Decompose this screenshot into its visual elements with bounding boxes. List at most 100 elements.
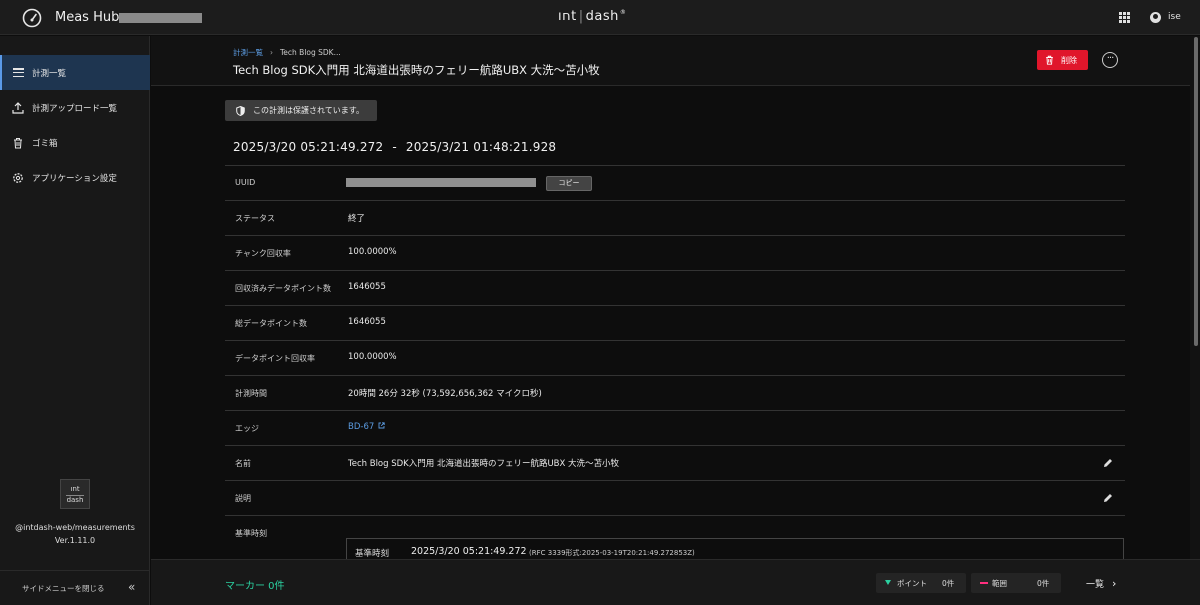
trash-icon [12, 137, 24, 149]
edit-description-pencil-icon[interactable] [1102, 492, 1114, 504]
row-value: 終了 [348, 214, 366, 224]
upload-icon [12, 101, 24, 114]
row-duration: 計測時間 20時間 26分 32秒 (73,592,656,362 マイクロ秒) [225, 375, 1125, 410]
base-time-value: 2025/3/20 05:21:49.272 [411, 546, 527, 557]
breadcrumb: 計測一覧 › Tech Blog SDK... [233, 47, 341, 58]
row-key: 基準時刻 [235, 529, 267, 538]
sidebar-item-label: 計測一覧 [32, 68, 67, 79]
more-options-button[interactable]: ··· [1102, 52, 1118, 68]
delete-button[interactable]: 削除 [1037, 50, 1088, 70]
hamburger-icon [12, 67, 24, 79]
side-logo-top: ıחt [70, 485, 80, 493]
external-link-icon [378, 422, 385, 429]
intdash-logo: ıחt | dash® [558, 9, 627, 24]
marker-list-button[interactable]: 一覧 › [1086, 577, 1116, 590]
range-count: 0件 [1037, 579, 1050, 588]
shield-icon [236, 105, 245, 116]
measurement-period: 2025/3/20 05:21:49.272-2025/3/21 01:48:2… [233, 140, 556, 154]
copy-uuid-button[interactable]: コピー [546, 176, 592, 191]
sidebar-item-measurements[interactable]: 計測一覧 [0, 55, 150, 90]
period-separator: - [392, 140, 397, 154]
base-time-box: 基準時刻 2025/3/20 05:21:49.272 (RFC 3339形式:… [346, 538, 1124, 559]
delete-label: 削除 [1061, 55, 1077, 65]
sidebar-item-settings[interactable]: アプリケーション設定 [0, 160, 150, 195]
marker-count: マーカー 0件 [225, 581, 285, 592]
row-value: Tech Blog SDK入門用 北海道出張時のフェリー航路UBX 大洗〜苫小牧 [348, 459, 620, 469]
redacted-project-name [119, 13, 202, 23]
bottom-bar: マーカー 0件 ポイント 0件 範囲 0件 一覧 › [151, 559, 1200, 605]
row-key: 計測時間 [235, 389, 267, 398]
row-status: ステータス 終了 [225, 200, 1125, 235]
edge-link[interactable]: BD-67 [348, 422, 385, 432]
sidebar-item-label: アプリケーション設定 [32, 173, 117, 184]
redacted-uuid [346, 178, 536, 187]
measurement-detail: この計測は保護されています。 2025/3/20 05:21:49.272-20… [151, 87, 1190, 559]
row-key: 説明 [235, 494, 251, 503]
row-key: チャンク回収率 [235, 249, 291, 258]
base-time-label: 基準時刻 [355, 549, 390, 559]
row-key: データポイント回収率 [235, 354, 315, 363]
row-value: 20時間 26分 32秒 (73,592,656,362 マイクロ秒) [348, 389, 542, 399]
chevron-right-icon: › [1112, 577, 1117, 590]
double-chevron-left-icon: « [128, 580, 136, 594]
sidebar-item-uploads[interactable]: 計測アップロード一覧 [0, 90, 150, 125]
sidebar: 計測一覧 計測アップロード一覧 ゴミ箱 アプリケーション設定 ıחt dash … [0, 36, 150, 605]
period-end: 2025/3/21 01:48:21.928 [405, 140, 557, 154]
row-value: 100.0000% [348, 352, 397, 362]
range-label: 範囲 [992, 579, 1007, 588]
package-name: @intdash-web/measurements [15, 523, 135, 532]
breadcrumb-root-link[interactable]: 計測一覧 [233, 48, 263, 57]
row-value: 100.0000% [348, 247, 397, 257]
row-uuid: UUID コピー [225, 165, 1125, 200]
point-triangle-icon [885, 580, 891, 585]
page-header: 計測一覧 › Tech Blog SDK... Tech Blog SDK入門用 北… [151, 36, 1190, 86]
row-collected-points: 回収済みデータポイント数 1646055 [225, 270, 1125, 305]
row-key: ステータス [235, 214, 275, 223]
row-name: 名前 Tech Blog SDK入門用 北海道出張時のフェリー航路UBX 大洗〜… [225, 445, 1125, 480]
sidebar-item-label: ゴミ箱 [32, 138, 58, 149]
version-text: Ver.1.11.0 [54, 536, 96, 545]
breadcrumb-current: Tech Blog SDK... [280, 48, 341, 57]
base-time-rfc: (RFC 3339形式:2025-03-19T20:21:49.272853Z) [529, 549, 695, 557]
protected-notice: この計測は保護されています。 [225, 100, 377, 121]
edit-name-pencil-icon[interactable] [1102, 457, 1114, 469]
protected-notice-text: この計測は保護されています。 [253, 106, 364, 115]
point-count: 0件 [942, 579, 955, 588]
top-bar: Meas Hub ıחt | dash® ise [0, 0, 1200, 35]
app-grid-icon[interactable] [1119, 12, 1130, 23]
point-label: ポイント [897, 579, 927, 588]
row-total-points: 総データポイント数 1646055 [225, 305, 1125, 340]
gear-icon [12, 172, 24, 184]
row-key: 回収済みデータポイント数 [235, 284, 331, 293]
trash-icon [1046, 55, 1053, 65]
close-sidebar-button[interactable]: サイドメニューを閉じる « [0, 570, 150, 605]
list-label: 一覧 [1086, 580, 1105, 590]
row-value: 1646055 [348, 317, 386, 327]
point-filter-chip[interactable]: ポイント 0件 [876, 573, 966, 593]
user-name[interactable]: ise [1168, 12, 1181, 22]
gauge-icon[interactable] [22, 8, 42, 28]
range-filter-chip[interactable]: 範囲 0件 [971, 573, 1061, 593]
side-logo-bottom: dash [66, 495, 84, 504]
sidebar-item-trash[interactable]: ゴミ箱 [0, 125, 150, 160]
row-edge: エッジ BD-67 [225, 410, 1125, 445]
sidebar-item-label: 計測アップロード一覧 [32, 103, 118, 114]
row-key: エッジ [235, 424, 259, 433]
user-icon[interactable] [1150, 12, 1161, 23]
row-point-rate: データポイント回収率 100.0000% [225, 340, 1125, 375]
edge-link-text: BD-67 [348, 422, 375, 432]
row-chunk-rate: チャンク回収率 100.0000% [225, 235, 1125, 270]
scrollbar-thumb[interactable] [1194, 37, 1198, 346]
row-key: 総データポイント数 [235, 319, 307, 328]
row-description: 説明 [225, 480, 1125, 515]
breadcrumb-separator-icon: › [270, 48, 273, 57]
close-sidebar-label: サイドメニューを閉じる [22, 584, 105, 593]
intdash-sidebar-logo: ıחt dash [60, 479, 90, 509]
row-key: UUID [235, 178, 256, 187]
page-title: Tech Blog SDK入門用 北海道出張時のフェリー航路UBX 大洗〜苫小牧 [233, 63, 600, 77]
period-start: 2025/3/20 05:21:49.272 [233, 140, 384, 154]
app-title[interactable]: Meas Hub [55, 10, 119, 25]
logo-int-text: ıחt [558, 9, 577, 24]
logo-dash-text: dash [585, 9, 619, 24]
detail-table: UUID コピー ステータス 終了 チャンク回収率 100.0000% 回収済み… [225, 165, 1125, 559]
